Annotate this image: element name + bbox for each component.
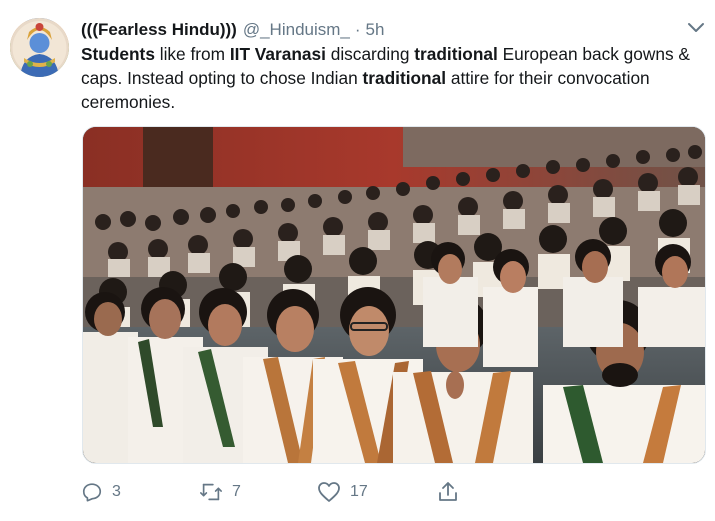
- reply-icon: [81, 481, 103, 503]
- reply-count: 3: [112, 483, 121, 500]
- heart-icon: [317, 481, 341, 503]
- share-button[interactable]: [437, 478, 459, 506]
- text-bold-iit-varanasi: IIT Varanasi: [229, 44, 326, 64]
- retweet-icon: [199, 481, 223, 503]
- text-bold-traditional: traditional: [414, 44, 498, 64]
- chevron-down-icon[interactable]: [687, 21, 705, 33]
- reply-button[interactable]: 3: [81, 478, 121, 506]
- text-bold-traditional: traditional: [362, 68, 447, 88]
- tweet-card[interactable]: (((Fearless Hindu))) @_Hinduism_ · 5h St…: [0, 0, 715, 521]
- tweet-header: (((Fearless Hindu))) @_Hinduism_ · 5h: [81, 18, 384, 42]
- text-segment: discarding: [325, 44, 415, 64]
- avatar[interactable]: [10, 18, 69, 77]
- tweet-actions: 3 7 17: [81, 478, 481, 506]
- tweet-text: Students like from IIT Varanasi discardi…: [81, 42, 706, 114]
- like-count: 17: [350, 483, 368, 500]
- user-handle[interactable]: @_Hinduism_: [243, 20, 350, 40]
- tweet-timestamp[interactable]: 5h: [366, 20, 385, 40]
- like-button[interactable]: 17: [317, 478, 368, 506]
- share-icon: [437, 481, 459, 503]
- text-bold-students: Students: [81, 44, 155, 64]
- separator-dot: ·: [354, 20, 361, 39]
- text-segment: like from: [154, 44, 230, 64]
- retweet-button[interactable]: 7: [199, 478, 241, 506]
- display-name[interactable]: (((Fearless Hindu))): [81, 20, 237, 40]
- retweet-count: 7: [232, 483, 241, 500]
- tweet-photo[interactable]: [82, 126, 706, 464]
